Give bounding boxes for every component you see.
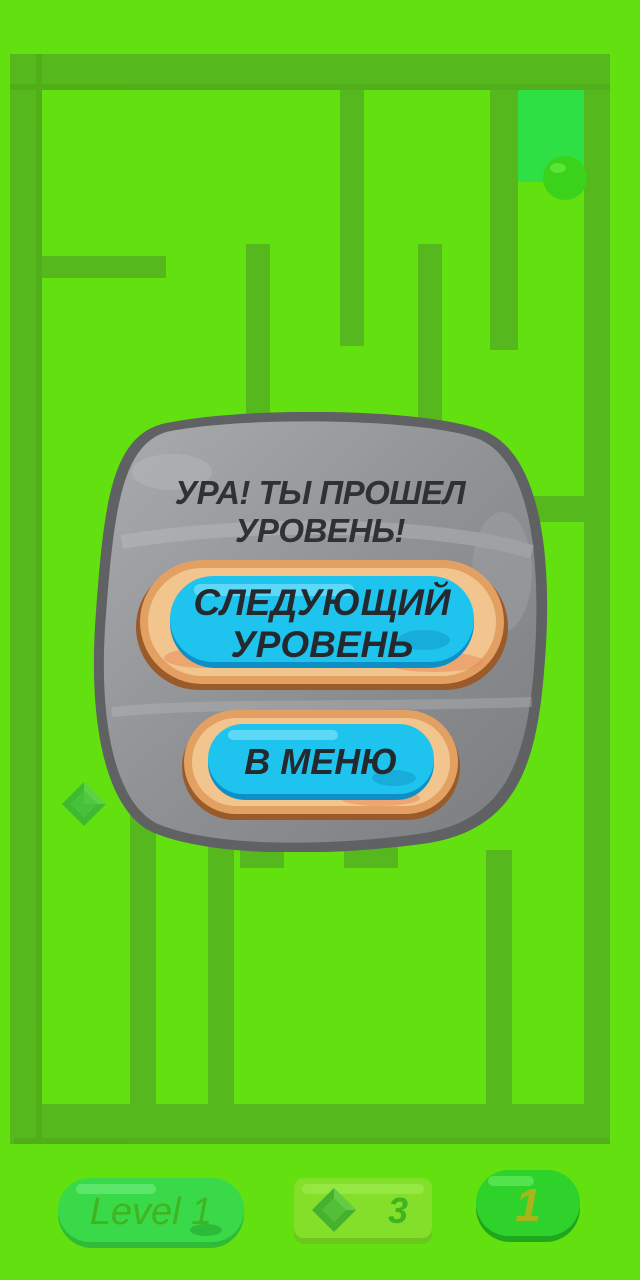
maze-wall (246, 244, 270, 424)
counter-button[interactable]: 1 (474, 1168, 582, 1244)
maze-wall (26, 256, 166, 278)
maze-wall (418, 244, 442, 430)
dialog-title: УРА! ТЫ ПРОШЕЛ УРОВЕНЬ! (174, 474, 466, 549)
level-indicator: Level 1 (56, 1176, 246, 1250)
counter-value: 1 (515, 1179, 541, 1231)
maze-wall (208, 830, 234, 1120)
level-label: Level 1 (89, 1190, 213, 1233)
maze-wall (340, 60, 364, 346)
maze-wall (584, 54, 610, 1144)
next-level-label: СЛЕДУЮЩИЙ УРОВЕНЬ (193, 582, 451, 665)
level-complete-dialog: УРА! ТЫ ПРОШЕЛ УРОВЕНЬ! СЛЕДУЮЩИЙ УРОВЕН… (92, 412, 548, 852)
game-screen: УРА! ТЫ ПРОШЕЛ УРОВЕНЬ! СЛЕДУЮЩИЙ УРОВЕН… (0, 0, 640, 1280)
gem-count: 3 (387, 1190, 408, 1231)
gem-counter: 3 (294, 1178, 432, 1244)
next-level-button[interactable]: СЛЕДУЮЩИЙ УРОВЕНЬ (134, 558, 510, 694)
maze-wall (486, 850, 512, 1120)
menu-button[interactable]: В МЕНЮ (180, 708, 462, 822)
ball-icon[interactable] (543, 156, 587, 200)
maze-wall (490, 60, 518, 350)
menu-label: В МЕНЮ (244, 741, 398, 782)
